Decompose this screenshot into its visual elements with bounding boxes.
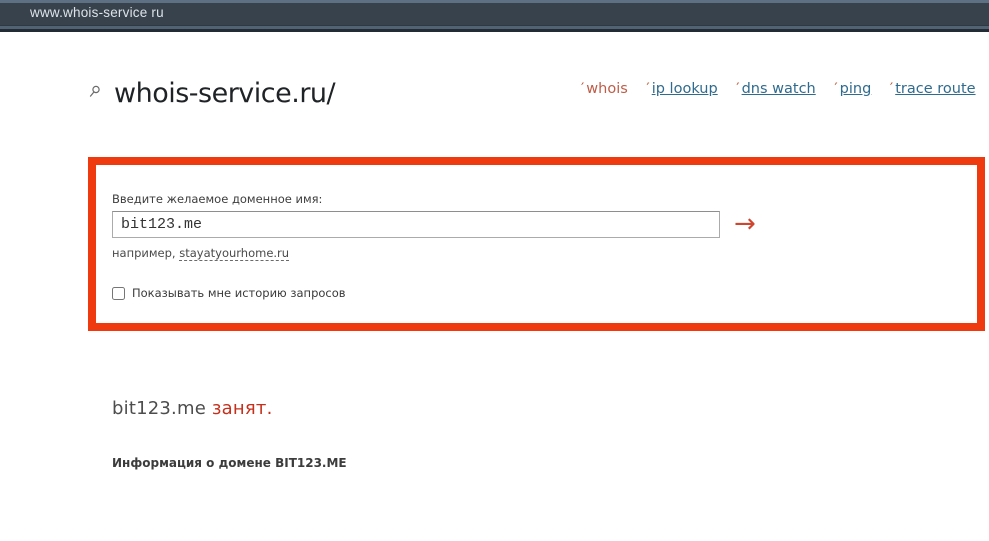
nav-tick-icon: ′ xyxy=(834,81,838,97)
domain-info-heading: Информация о домене BIT123.ME xyxy=(112,456,347,470)
history-checkbox-row: Показывать мне историю запросов xyxy=(112,286,346,300)
history-checkbox[interactable] xyxy=(112,286,125,300)
nav-item-label: dns watch xyxy=(741,81,816,97)
nav-item-ip-lookup[interactable]: ′ ip lookup xyxy=(646,81,717,97)
nav-item-whois[interactable]: ′ whois xyxy=(581,81,628,97)
nav-tick-icon: ′ xyxy=(889,81,894,97)
nav-item-label: ip lookup xyxy=(651,81,718,97)
nav-item-label: whois xyxy=(586,81,628,97)
result-status: занят. xyxy=(211,398,273,419)
nav-item-ping[interactable]: ′ ping xyxy=(834,81,871,97)
nav-item-trace-route[interactable]: ′ trace route xyxy=(890,81,976,97)
example-prefix: например, xyxy=(112,246,176,260)
submit-arrow-button[interactable]: → xyxy=(734,209,756,239)
magnifier-icon xyxy=(88,84,101,103)
site-logo-text: whois-service.ru/ xyxy=(114,78,336,109)
window-title-bar[interactable]: www.whois-service ru xyxy=(0,0,989,32)
nav-tick-icon: ′ xyxy=(736,81,740,97)
result-domain: bit123.me xyxy=(112,398,206,419)
example-domain-link[interactable]: stayatyourhome.ru xyxy=(179,246,290,261)
nav-item-label: trace route xyxy=(895,81,976,97)
example-hint: например, stayatyourhome.ru xyxy=(112,246,290,261)
nav-tick-icon: ′ xyxy=(581,81,585,97)
query-result: bit123.me занят. xyxy=(112,398,273,419)
domain-input[interactable] xyxy=(112,211,720,238)
main-nav: ′ whois ′ ip lookup ′ dns watch ′ ping ′ trac… xyxy=(581,81,989,97)
nav-tick-icon: ′ xyxy=(646,81,650,97)
domain-input-label: Введите желаемое доменное имя: xyxy=(112,192,323,206)
window-title: www.whois-service ru xyxy=(30,5,164,20)
site-logo[interactable]: whois-service.ru/ xyxy=(88,78,336,109)
domain-search-panel: Введите желаемое доменное имя: → наприме… xyxy=(88,157,985,331)
nav-item-label: ping xyxy=(839,81,872,97)
nav-item-dns-watch[interactable]: ′ dns watch xyxy=(736,81,815,97)
history-checkbox-label: Показывать мне историю запросов xyxy=(132,286,346,300)
